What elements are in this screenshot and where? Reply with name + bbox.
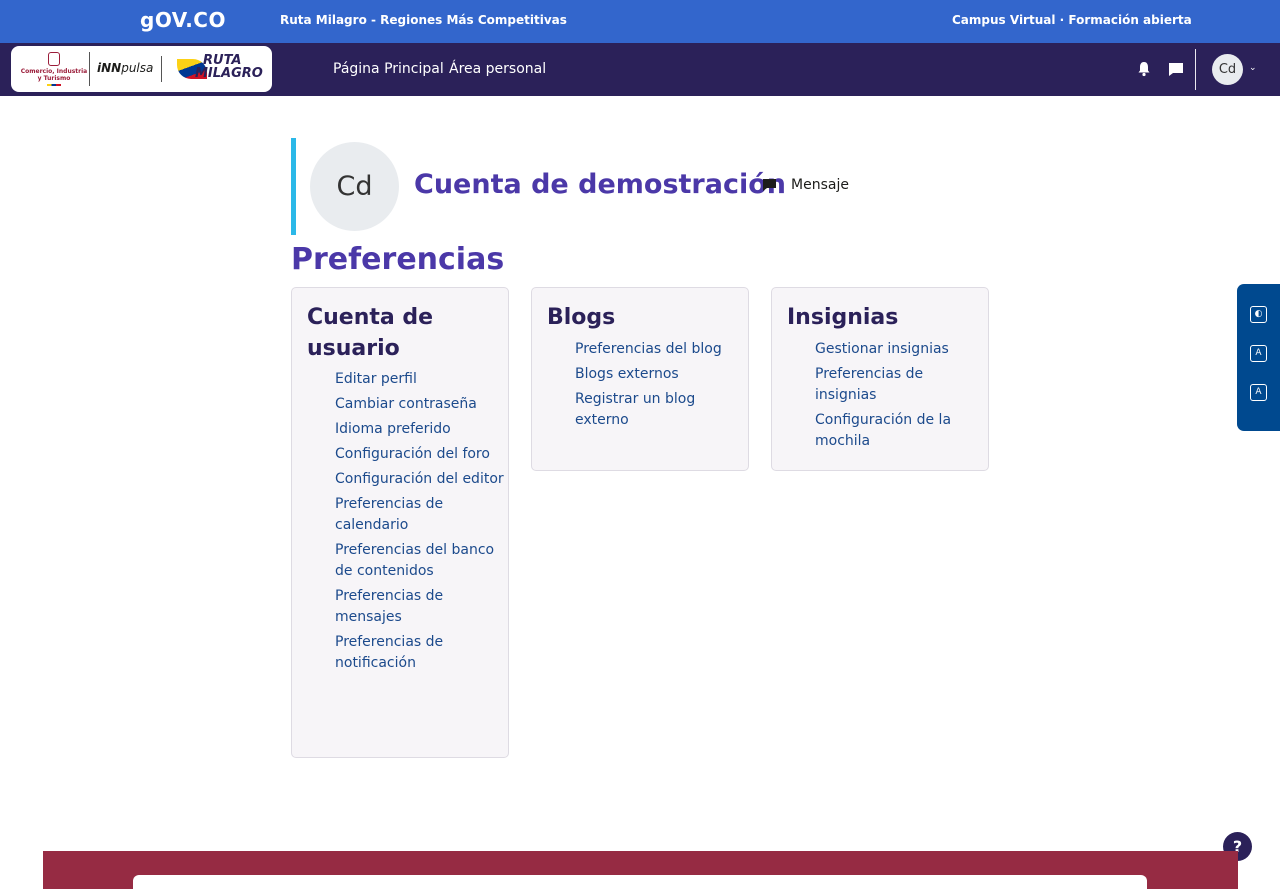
- link-backpack-settings[interactable]: Configuración de la mochila: [815, 410, 985, 452]
- brand-logos[interactable]: Comercio, Industria y Turismo iNNpulsa R…: [11, 46, 272, 92]
- card-title: Insignias: [787, 305, 899, 330]
- card-title: Blogs: [547, 305, 616, 330]
- link-edit-profile[interactable]: Editar perfil: [335, 369, 505, 390]
- link-calendar-preferences[interactable]: Preferencias de calendario: [335, 494, 505, 536]
- bell-icon[interactable]: [1137, 61, 1151, 77]
- profile-avatar: Cd: [310, 142, 399, 231]
- link-notification-preferences[interactable]: Preferencias de notificación: [335, 632, 505, 674]
- gov-co-logo[interactable]: gOV.CO: [140, 8, 226, 32]
- link-forum-settings[interactable]: Configuración del foro: [335, 444, 505, 465]
- seal-icon: [48, 52, 60, 66]
- gov-co-bar: gOV.CO Ruta Milagro - Regiones Más Compe…: [0, 0, 1280, 43]
- link-manage-badges[interactable]: Gestionar insignias: [815, 339, 985, 360]
- font-decrease-icon[interactable]: A: [1250, 345, 1267, 362]
- link-external-blogs[interactable]: Blogs externos: [575, 364, 745, 385]
- link-editor-settings[interactable]: Configuración del editor: [335, 469, 505, 490]
- link-preferred-language[interactable]: Idioma preferido: [335, 419, 505, 440]
- link-register-external-blog[interactable]: Registrar un blog externo: [575, 389, 745, 431]
- accessibility-toolbar: ◐ A A: [1237, 284, 1280, 431]
- main-navbar: Comercio, Industria y Turismo iNNpulsa R…: [0, 43, 1280, 96]
- logo-divider: [161, 56, 162, 82]
- profile-accent-bar: [291, 138, 296, 235]
- link-message-preferences[interactable]: Preferencias de mensajes: [335, 586, 505, 628]
- page-title: Preferencias: [291, 242, 505, 277]
- chevron-down-icon[interactable]: ⌄: [1249, 63, 1257, 73]
- card-user-account: Cuenta de usuario Editar perfil Cambiar …: [291, 287, 509, 758]
- link-list: Editar perfil Cambiar contraseña Idioma …: [335, 369, 505, 678]
- link-list: Preferencias del blog Blogs externos Reg…: [575, 339, 745, 435]
- link-list: Gestionar insignias Preferencias de insi…: [815, 339, 985, 456]
- innpulsa-logo: iNNpulsa: [97, 61, 154, 75]
- link-content-bank-preferences[interactable]: Preferencias del banco de contenidos: [335, 540, 505, 582]
- footer: [43, 851, 1238, 889]
- ruta-milagro-logo: RUTA MILAGRO: [177, 53, 267, 85]
- flag-stripe: [47, 84, 61, 87]
- card-blogs: Blogs Preferencias del blog Blogs extern…: [531, 287, 749, 471]
- contrast-icon[interactable]: ◐: [1250, 306, 1267, 323]
- link-blog-preferences[interactable]: Preferencias del blog: [575, 339, 745, 360]
- card-badges: Insignias Gestionar insignias Preferenci…: [771, 287, 989, 471]
- link-change-password[interactable]: Cambiar contraseña: [335, 394, 505, 415]
- nav-divider: [1195, 49, 1196, 90]
- card-title: Cuenta de usuario: [307, 305, 434, 361]
- profile-name: Cuenta de demostración: [414, 169, 787, 200]
- footer-panel: [133, 875, 1147, 889]
- site-title: Ruta Milagro - Regiones Más Competitivas: [280, 13, 567, 27]
- font-increase-icon[interactable]: A: [1250, 384, 1267, 401]
- mincit-logo: Comercio, Industria y Turismo: [19, 52, 89, 87]
- logo-divider: [89, 52, 90, 86]
- nav-personal-area-link[interactable]: Área personal: [449, 61, 546, 77]
- chat-icon[interactable]: [1168, 62, 1184, 77]
- chat-icon: [763, 179, 776, 191]
- nav-home-link[interactable]: Página Principal: [333, 61, 444, 77]
- campus-title: Campus Virtual · Formación abierta: [952, 13, 1192, 27]
- user-menu-avatar[interactable]: Cd: [1212, 54, 1243, 85]
- link-badge-preferences[interactable]: Preferencias de insignias: [815, 364, 985, 406]
